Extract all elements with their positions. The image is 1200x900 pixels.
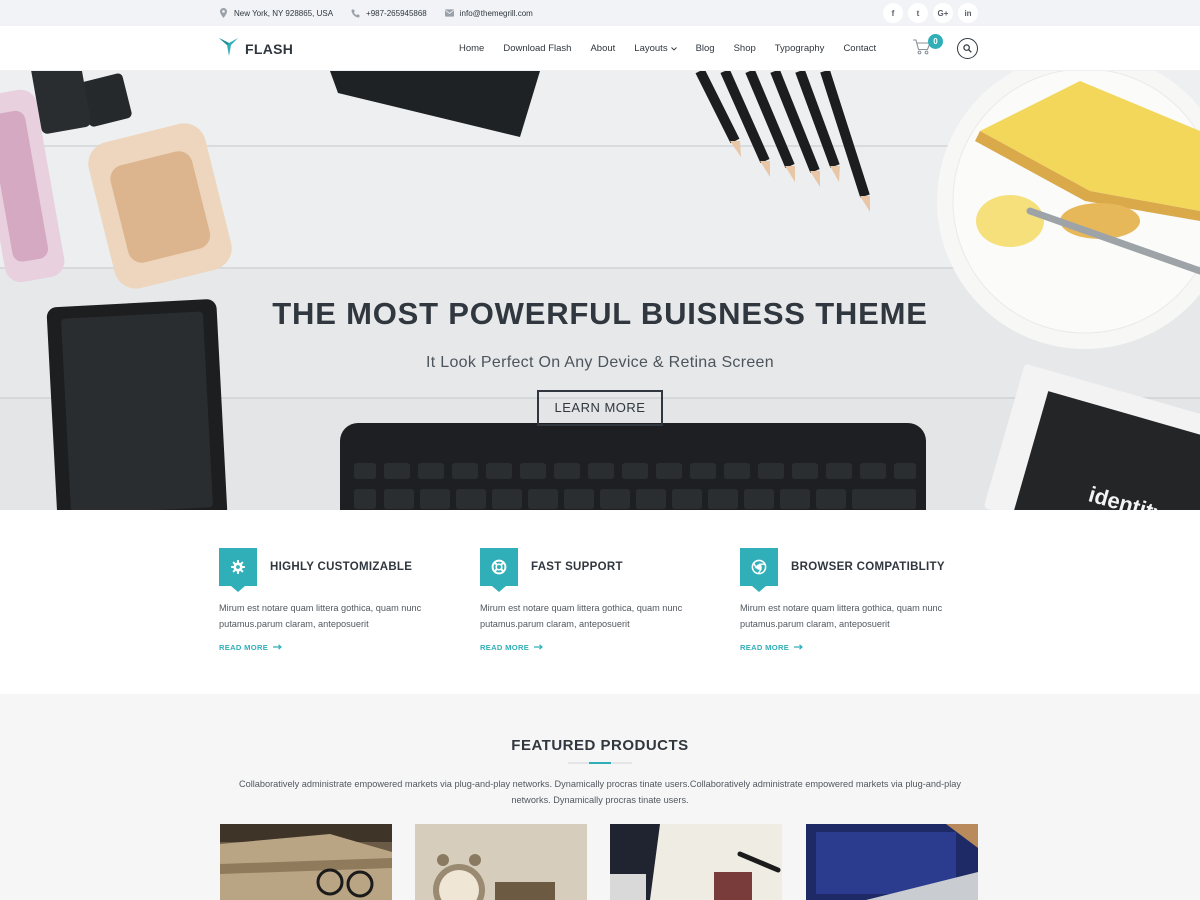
map-pin-icon — [219, 8, 228, 18]
phone-text: +987-265945868 — [366, 8, 427, 18]
read-more-link[interactable]: READ MORE — [740, 643, 980, 652]
nav-typography[interactable]: Typography — [775, 43, 825, 54]
top-bar: New York, NY 928865, USA +987-265945868 … — [0, 0, 1200, 26]
twitter-icon[interactable]: t — [908, 3, 928, 23]
contact-info: New York, NY 928865, USA +987-265945868 … — [219, 0, 533, 26]
feature-support: FAST SUPPORT Mirum est notare quam litte… — [480, 548, 720, 652]
nav-blog[interactable]: Blog — [696, 43, 715, 54]
nav-contact[interactable]: Contact — [843, 43, 876, 54]
search-icon — [963, 40, 972, 58]
product-image-notebook[interactable] — [610, 824, 782, 900]
cart-button[interactable]: 0 — [912, 34, 943, 60]
alarm-clock-image — [415, 824, 587, 900]
title-divider — [568, 762, 632, 764]
hero-slider: identity THE MOST POWERFUL BUISNESS THEM… — [0, 71, 1200, 510]
nav-download-flash[interactable]: Download Flash — [503, 43, 571, 54]
envelope-icon — [444, 9, 454, 18]
feature-title: FAST SUPPORT — [531, 561, 623, 573]
email-text[interactable]: info@themegrill.com — [460, 9, 533, 18]
email-item[interactable]: info@themegrill.com — [444, 9, 533, 18]
featured-products-section: FEATURED PRODUCTS Collaboratively admini… — [0, 694, 1200, 900]
gear-icon — [219, 548, 257, 592]
search-button[interactable] — [957, 38, 978, 59]
chevron-down-icon — [670, 43, 677, 54]
linkedin-icon[interactable]: in — [958, 3, 978, 23]
feature-text: Mirum est notare quam littera gothica, q… — [740, 603, 943, 629]
lifebuoy-icon — [480, 548, 518, 592]
social-links: f t G+ in — [883, 3, 978, 23]
product-image-books[interactable] — [220, 824, 392, 900]
read-more-link[interactable]: READ MORE — [480, 643, 720, 652]
hero-subtitle: It Look Perfect On Any Device & Retina S… — [426, 354, 774, 371]
hero-content: THE MOST POWERFUL BUISNESS THEME It Look… — [0, 296, 1200, 426]
read-more-link[interactable]: READ MORE — [219, 643, 459, 652]
feature-text: Mirum est notare quam littera gothica, q… — [219, 603, 422, 629]
features-section: HIGHLY CUSTOMIZABLE Mirum est notare qua… — [0, 510, 1200, 694]
main-nav: Home Download Flash About Layouts Blog S… — [459, 26, 876, 71]
section-title: FEATURED PRODUCTS — [511, 737, 689, 754]
nav-home[interactable]: Home — [459, 43, 484, 54]
laptop-image — [806, 824, 978, 900]
address-item: New York, NY 928865, USA — [219, 8, 334, 18]
feature-header: BROWSER COMPATIBLITY — [740, 548, 980, 592]
cart-count-badge: 0 — [928, 34, 943, 49]
feature-text: Mirum est notare quam littera gothica, q… — [480, 603, 683, 629]
nav-about[interactable]: About — [590, 43, 615, 54]
hero-title: THE MOST POWERFUL BUISNESS THEME — [272, 296, 928, 331]
feature-browser: BROWSER COMPATIBLITY Mirum est notare qu… — [740, 548, 980, 652]
chrome-icon — [740, 548, 778, 592]
address-text: New York, NY 928865, USA — [234, 8, 334, 18]
site-header: FLASH Home Download Flash About Layouts … — [0, 26, 1200, 71]
notebook-pen-image — [610, 824, 782, 900]
hero-background-image: identity — [0, 71, 1200, 510]
learn-more-button[interactable]: LEARN MORE — [537, 390, 663, 426]
feature-title: BROWSER COMPATIBLITY — [791, 561, 945, 573]
phone-icon — [351, 9, 360, 18]
arrow-right-icon — [273, 643, 283, 652]
feature-customizable: HIGHLY CUSTOMIZABLE Mirum est notare qua… — [219, 548, 459, 652]
books-glasses-image — [220, 824, 392, 900]
feature-header: FAST SUPPORT — [480, 548, 720, 592]
site-logo[interactable]: FLASH — [219, 37, 293, 61]
product-image-laptop[interactable] — [806, 824, 978, 900]
arrow-right-icon — [794, 643, 804, 652]
read-more-label: READ MORE — [219, 643, 269, 652]
section-description: Collaboratively administrate empowered m… — [238, 779, 962, 805]
google-plus-icon[interactable]: G+ — [933, 3, 953, 23]
phone-item: +987-265945868 — [351, 9, 427, 18]
feature-title: HIGHLY CUSTOMIZABLE — [270, 561, 413, 573]
logo-text: FLASH — [245, 41, 294, 57]
nav-layouts[interactable]: Layouts — [634, 43, 677, 54]
nav-shop[interactable]: Shop — [734, 43, 756, 54]
facebook-icon[interactable]: f — [883, 3, 903, 23]
read-more-label: READ MORE — [740, 643, 790, 652]
product-image-clock[interactable] — [415, 824, 587, 900]
read-more-label: READ MORE — [480, 643, 530, 652]
flash-logo-icon — [219, 37, 238, 61]
arrow-right-icon — [534, 643, 544, 652]
nav-layouts-label: Layouts — [634, 43, 668, 54]
feature-header: HIGHLY CUSTOMIZABLE — [219, 548, 459, 592]
